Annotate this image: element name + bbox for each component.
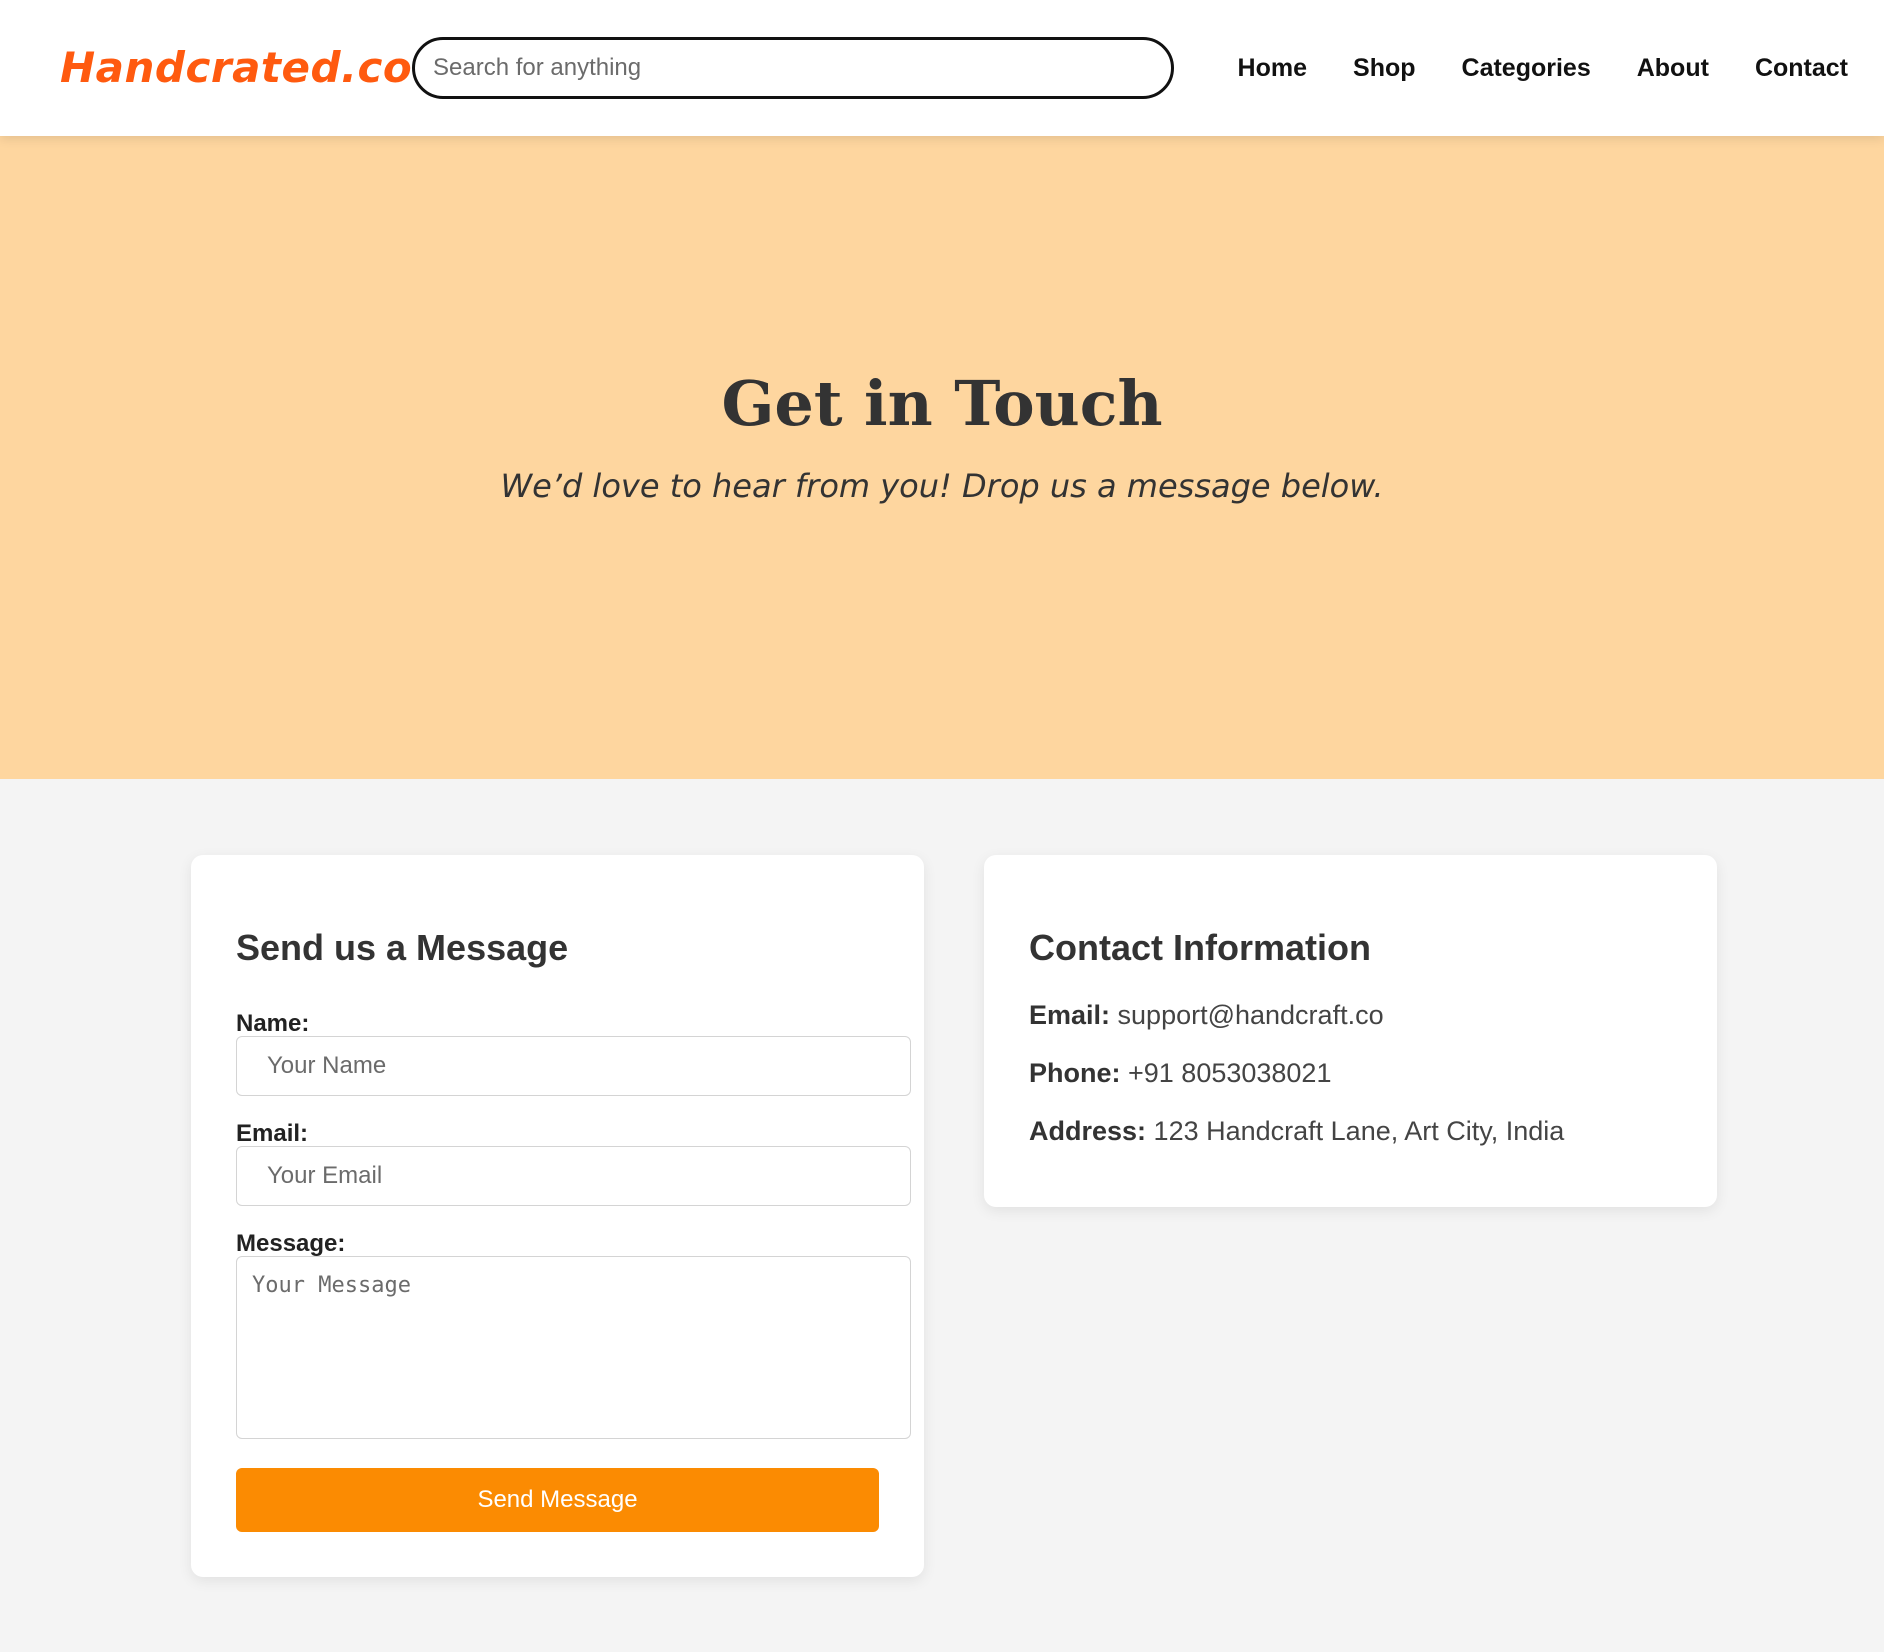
- hero-subtitle: We’d love to hear from you! Drop us a me…: [500, 467, 1384, 505]
- contact-address-label: Address:: [1029, 1116, 1154, 1146]
- name-label: Name:: [236, 1010, 310, 1037]
- form-heading: Send us a Message: [236, 927, 569, 968]
- site-logo[interactable]: Handcrated.co: [60, 42, 412, 94]
- send-message-button[interactable]: Send Message: [236, 1468, 879, 1532]
- message-form-card: Send us a Message Name: Email: Message: …: [191, 855, 924, 1577]
- nav-shop-link[interactable]: Shop: [1353, 48, 1416, 88]
- email-field[interactable]: [236, 1146, 911, 1206]
- message-textarea[interactable]: [236, 1256, 911, 1439]
- contact-address-value: 123 Handcraft Lane, Art City, India: [1153, 1116, 1565, 1146]
- main-nav: Home Shop Categories About Contact: [1238, 48, 1848, 88]
- contact-email-value: support@handcraft.co: [1117, 1000, 1384, 1030]
- name-field[interactable]: [236, 1036, 911, 1096]
- contact-heading: Contact Information: [1029, 927, 1371, 968]
- nav-categories-link[interactable]: Categories: [1462, 48, 1591, 88]
- nav-contact-link[interactable]: Contact: [1755, 48, 1848, 88]
- nav-about-link[interactable]: About: [1637, 48, 1709, 88]
- contact-address-row: Address: 123 Handcraft Lane, Art City, I…: [1029, 1113, 1564, 1149]
- nav-home-link[interactable]: Home: [1238, 48, 1307, 88]
- contact-phone-row: Phone: +91 8053038021: [1029, 1055, 1331, 1091]
- site-header: Handcrated.co Home Shop Categories About…: [0, 0, 1884, 136]
- contact-email-label: Email:: [1029, 1000, 1118, 1030]
- contact-email-row: Email: support@handcraft.co: [1029, 997, 1384, 1033]
- contact-phone-label: Phone:: [1029, 1058, 1128, 1088]
- contact-phone-value: +91 8053038021: [1128, 1058, 1332, 1088]
- contact-info-card: Contact Information Email: support@handc…: [984, 855, 1717, 1207]
- search-input[interactable]: [412, 37, 1174, 99]
- hero-banner: Get in Touch We’d love to hear from you!…: [0, 136, 1884, 779]
- email-label: Email:: [236, 1120, 309, 1147]
- message-label: Message:: [236, 1230, 346, 1257]
- hero-title: Get in Touch: [721, 367, 1163, 440]
